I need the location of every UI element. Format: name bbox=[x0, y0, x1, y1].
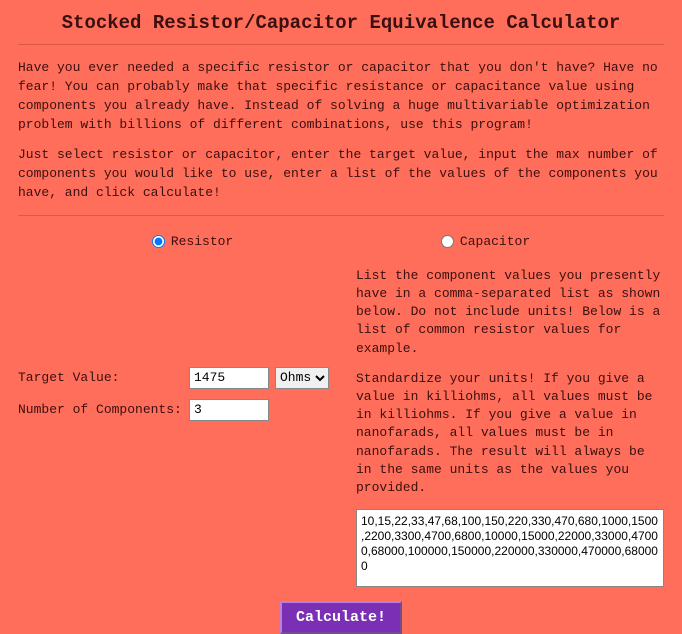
capacitor-radio-label: Capacitor bbox=[460, 234, 530, 249]
target-value-label: Target Value: bbox=[18, 370, 183, 385]
values-instruction-2: Standardize your units! If you give a va… bbox=[356, 370, 664, 497]
component-type-radio-group: Resistor Capacitor bbox=[48, 234, 634, 249]
calculate-button[interactable]: Calculate! bbox=[280, 601, 402, 634]
capacitor-radio[interactable] bbox=[441, 235, 454, 248]
num-components-label: Number of Components: bbox=[18, 402, 183, 417]
target-value-input[interactable] bbox=[189, 367, 269, 389]
values-instruction-1: List the component values you presently … bbox=[356, 267, 664, 358]
resistor-radio-label: Resistor bbox=[171, 234, 233, 249]
resistor-radio[interactable] bbox=[152, 235, 165, 248]
intro-paragraph-1: Have you ever needed a specific resistor… bbox=[18, 59, 664, 134]
num-components-input[interactable] bbox=[189, 399, 269, 421]
intro-paragraph-2: Just select resistor or capacitor, enter… bbox=[18, 146, 664, 203]
component-values-textarea[interactable] bbox=[356, 509, 664, 587]
divider bbox=[18, 215, 664, 216]
page-title: Stocked Resistor/Capacitor Equivalence C… bbox=[18, 12, 664, 34]
divider bbox=[18, 44, 664, 45]
unit-select[interactable]: Ohms bbox=[275, 367, 329, 389]
